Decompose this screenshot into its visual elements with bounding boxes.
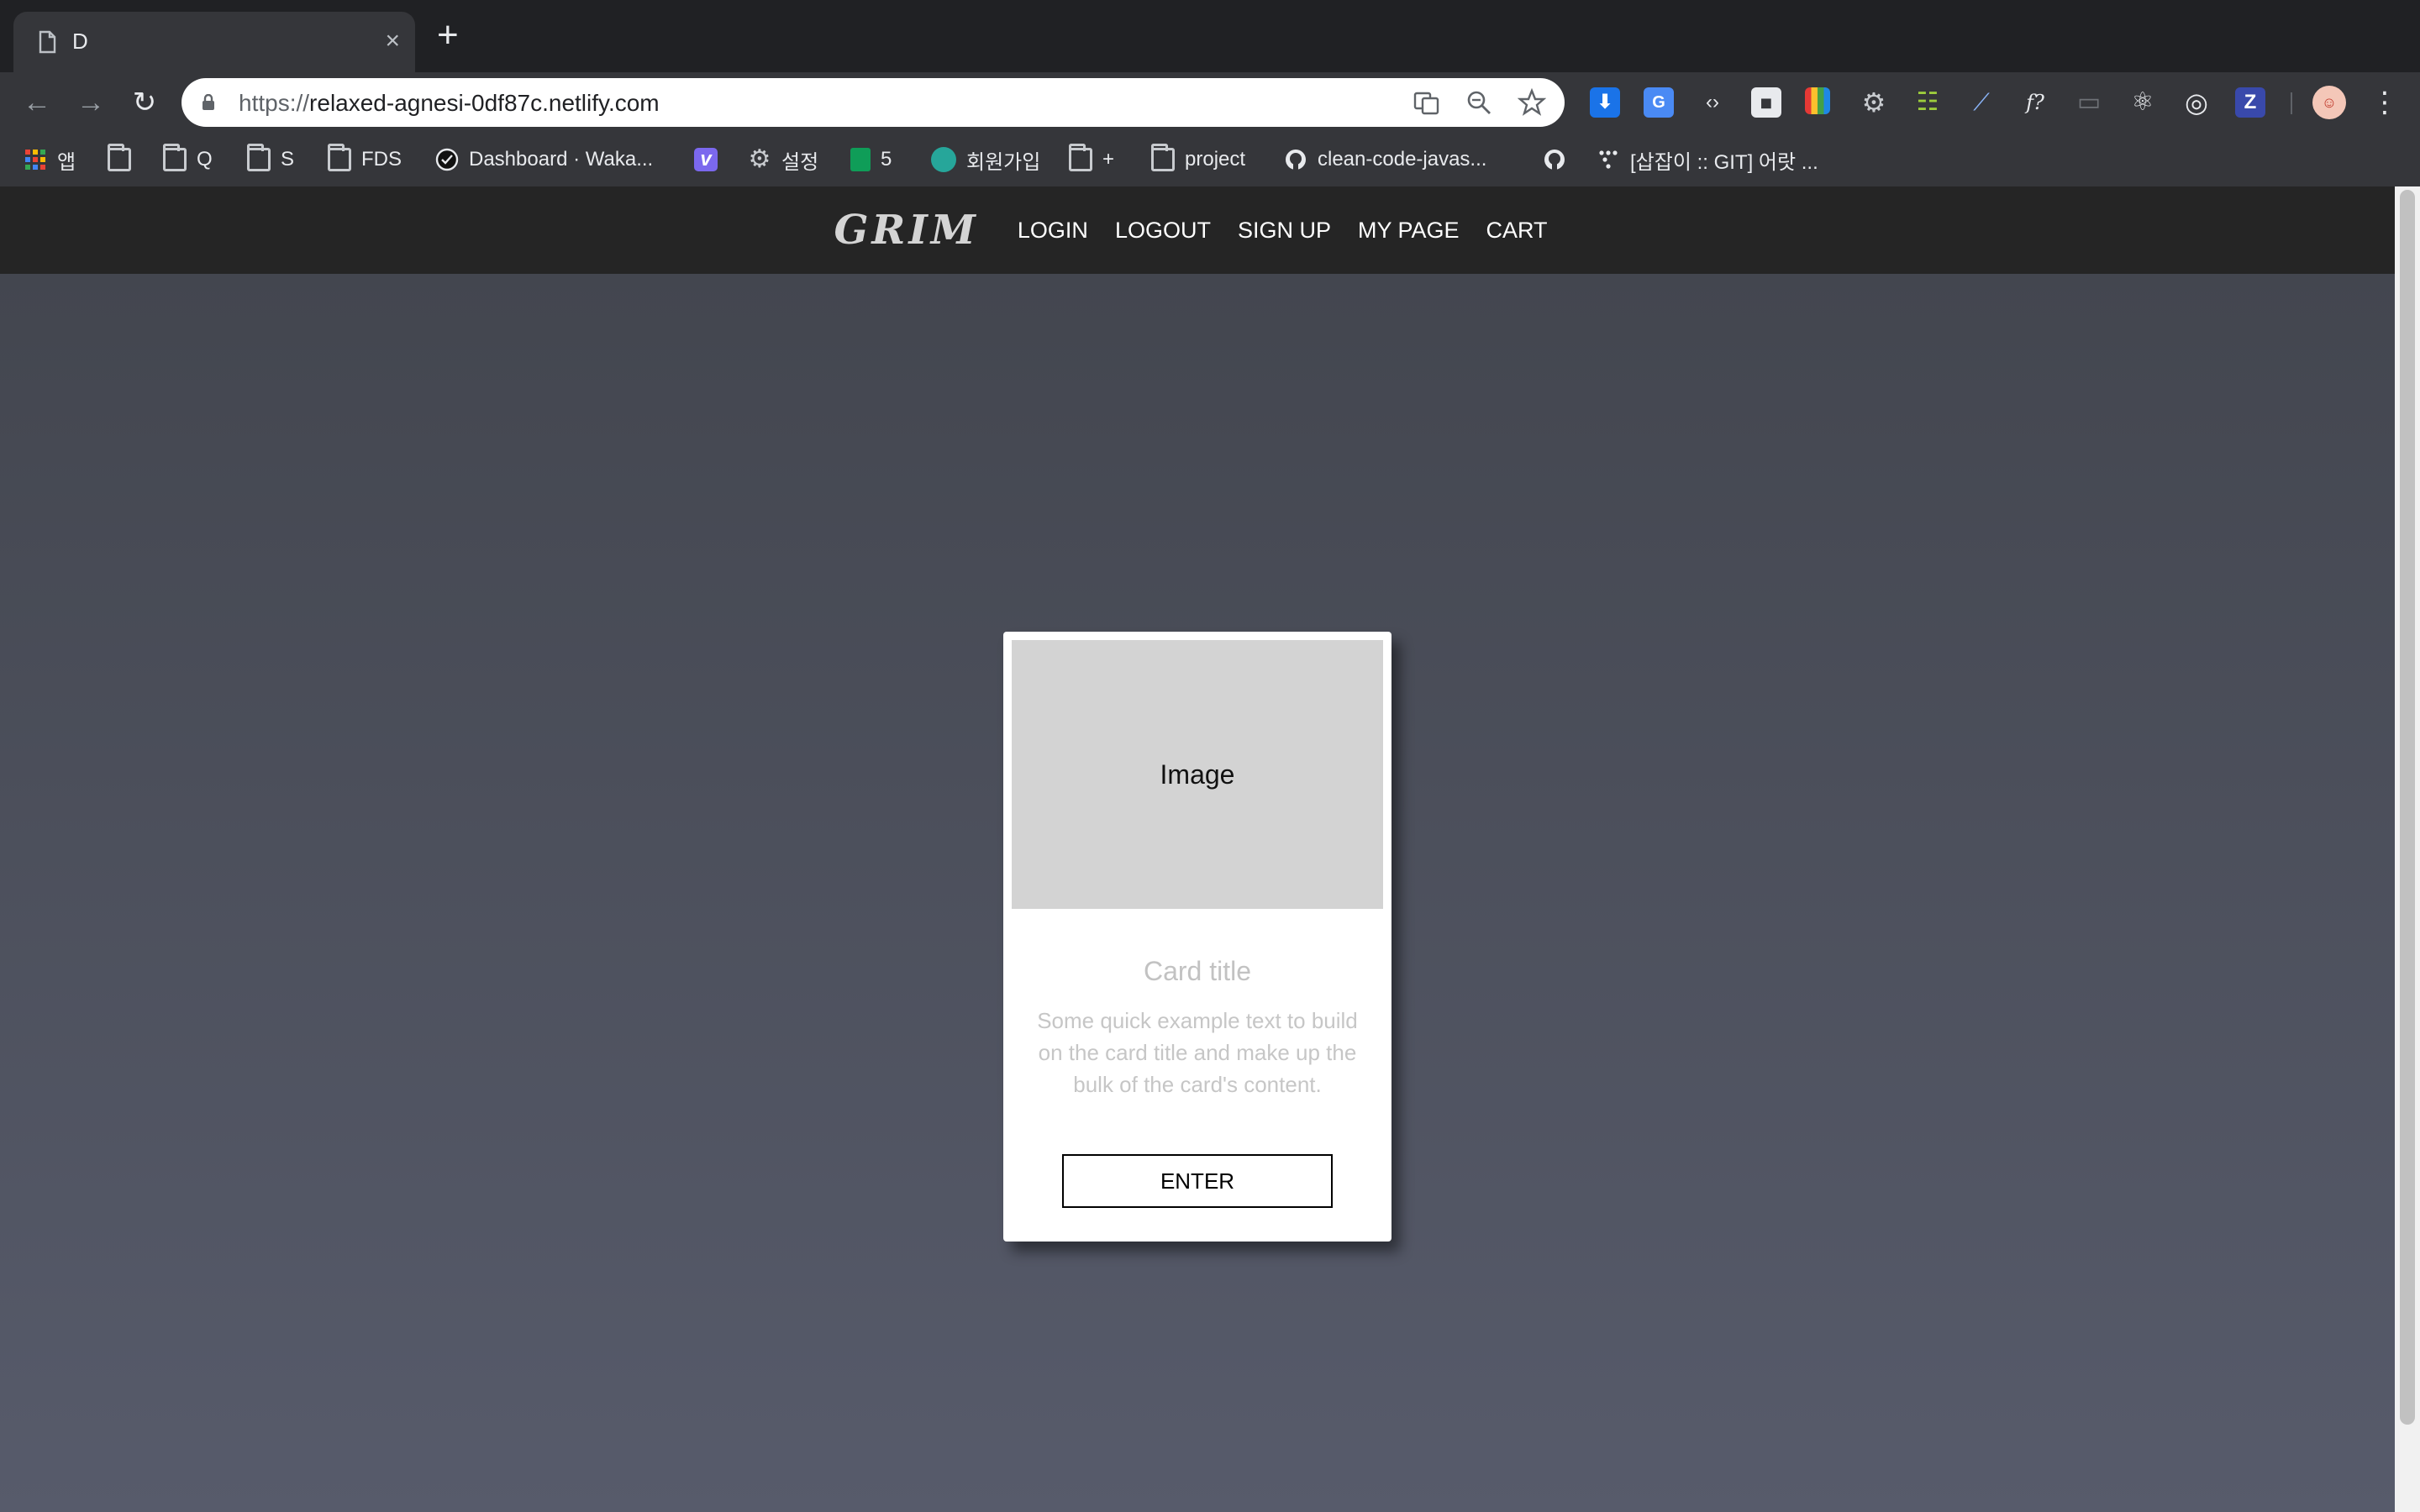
bookmarks-bar: 앱 Q S FDS Dashboard · Waka... v ⚙ 설정 5 회…	[0, 133, 2420, 186]
new-tab-button[interactable]: +	[437, 17, 459, 54]
bookmark-label: Dashboard · Waka...	[469, 148, 654, 171]
ladder-icon[interactable]: ☷	[1912, 87, 1943, 118]
tab-strip: D × +	[0, 0, 2420, 72]
bookmark-folder-s[interactable]: S	[247, 143, 294, 176]
browser-tab[interactable]: D ×	[13, 12, 415, 72]
bookmark-label: [삽잡이 :: GIT] 어랏 ...	[1630, 150, 1818, 174]
dots-icon	[1599, 150, 1618, 169]
nav-cart[interactable]: CART	[1486, 218, 1548, 244]
nav-sign-up[interactable]: SIGN UP	[1238, 218, 1331, 244]
address-bar[interactable]: https://relaxed-agnesi-0df87c.netlify.co…	[182, 78, 1565, 127]
bookmark-folder[interactable]	[108, 143, 141, 176]
bookmark-settings[interactable]: ⚙ 설정	[748, 143, 819, 176]
card-title: Card title	[1143, 956, 1252, 986]
bookmark-label: S	[281, 148, 295, 171]
translate-icon[interactable]: G	[1644, 87, 1674, 118]
bookmark-v[interactable]: v	[694, 143, 728, 176]
folder-icon	[328, 144, 351, 171]
folder-icon	[163, 144, 187, 171]
back-button[interactable]: ←	[20, 86, 54, 119]
pen-icon[interactable]: ⟋	[1966, 87, 1996, 118]
bookmark-label: project	[1185, 148, 1246, 171]
brand-logo[interactable]: GRIM	[834, 207, 978, 254]
bookmark-signup[interactable]: 회원가입	[931, 143, 1040, 176]
download-icon[interactable]: ⬇	[1590, 87, 1620, 118]
bookmark-label: FDS	[361, 148, 402, 171]
bookmark-git-blog[interactable]: [삽잡이 :: GIT] 어랏 ...	[1597, 143, 1818, 176]
bookmark-folder-plus[interactable]: +	[1069, 143, 1114, 176]
nav-login[interactable]: LOGIN	[1018, 218, 1088, 244]
bookmark-sheets[interactable]: 5	[850, 143, 892, 176]
code-icon[interactable]: ‹›	[1697, 87, 1728, 118]
v-icon: v	[694, 148, 718, 171]
forward-button[interactable]: →	[74, 86, 108, 119]
bookmark-label: 회원가입	[966, 150, 1041, 174]
bookmark-label: Q	[197, 148, 213, 171]
bookmark-folder-q[interactable]: Q	[163, 143, 213, 176]
books-icon[interactable]	[1805, 87, 1830, 114]
document-icon	[39, 30, 56, 54]
react-icon[interactable]: ⚛	[2128, 87, 2158, 118]
bookmark-folder-project[interactable]: project	[1151, 143, 1245, 176]
site-navbar: GRIM LOGIN LOGOUT SIGN UP MY PAGE CART	[0, 186, 2395, 274]
evernote-icon[interactable]: ◼	[1751, 87, 1781, 118]
formula-icon[interactable]: f?	[2020, 87, 2050, 118]
folder-icon	[1151, 144, 1175, 171]
card: Image Card title Some quick example text…	[1003, 632, 1392, 1242]
gear-icon[interactable]: ⚙	[1859, 87, 1889, 118]
folder-icon	[108, 144, 131, 171]
avatar[interactable]: ☺	[2312, 86, 2346, 119]
bookmark-label: +	[1102, 148, 1115, 171]
close-tab-icon[interactable]: ×	[385, 29, 400, 54]
enter-button[interactable]: ENTER	[1062, 1154, 1333, 1208]
tab-title: D	[72, 29, 88, 54]
z-icon[interactable]: Z	[2235, 87, 2265, 118]
nav-logout[interactable]: LOGOUT	[1115, 218, 1211, 244]
scrollbar-thumb[interactable]	[2400, 190, 2415, 1425]
zoom-icon[interactable]	[1465, 88, 1493, 117]
bookmark-label: 앱	[57, 150, 76, 174]
url-scheme: https://	[239, 90, 310, 116]
folder-icon	[1069, 144, 1092, 171]
bookmark-label: 설정	[781, 150, 819, 174]
folder-icon	[247, 144, 271, 171]
url-text: https://relaxed-agnesi-0df87c.netlify.co…	[239, 90, 660, 117]
apps-grid-icon	[25, 150, 45, 170]
target-icon[interactable]: ◎	[2181, 87, 2212, 118]
bookmark-folder-fds[interactable]: FDS	[328, 143, 402, 176]
gear-icon: ⚙	[748, 145, 771, 173]
bookmark-wakatime[interactable]: Dashboard · Waka...	[435, 143, 653, 176]
cast-icon[interactable]: ▭	[2074, 87, 2104, 118]
card-image-placeholder: Image	[1012, 640, 1383, 909]
menu-icon[interactable]: ⋮	[2370, 87, 2400, 118]
globe-icon	[931, 147, 956, 172]
bookmark-label: clean-code-javas...	[1318, 148, 1487, 171]
toolbar-divider	[2291, 92, 2292, 114]
wakatime-icon	[435, 148, 459, 171]
card-text: Some quick example text to build on the …	[1037, 1008, 1358, 1097]
bookmark-clean-code[interactable]: clean-code-javas...	[1284, 143, 1486, 176]
translate-page-icon[interactable]	[1412, 88, 1440, 117]
github-icon	[1544, 150, 1565, 170]
lock-icon	[203, 94, 214, 110]
url-host: relaxed-agnesi-0df87c.netlify.com	[309, 90, 660, 116]
browser-toolbar: ← → ↻ https://relaxed-agnesi-0df87c.netl…	[0, 72, 2420, 133]
bookmark-github[interactable]	[1543, 143, 1576, 176]
bookmark-star-icon[interactable]	[1518, 88, 1546, 117]
github-icon	[1286, 150, 1306, 170]
bookmark-apps[interactable]: 앱	[24, 143, 76, 176]
reload-button[interactable]: ↻	[128, 86, 161, 119]
bookmark-label: 5	[881, 148, 892, 171]
sheets-icon	[850, 148, 871, 171]
nav-my-page[interactable]: MY PAGE	[1358, 218, 1460, 244]
